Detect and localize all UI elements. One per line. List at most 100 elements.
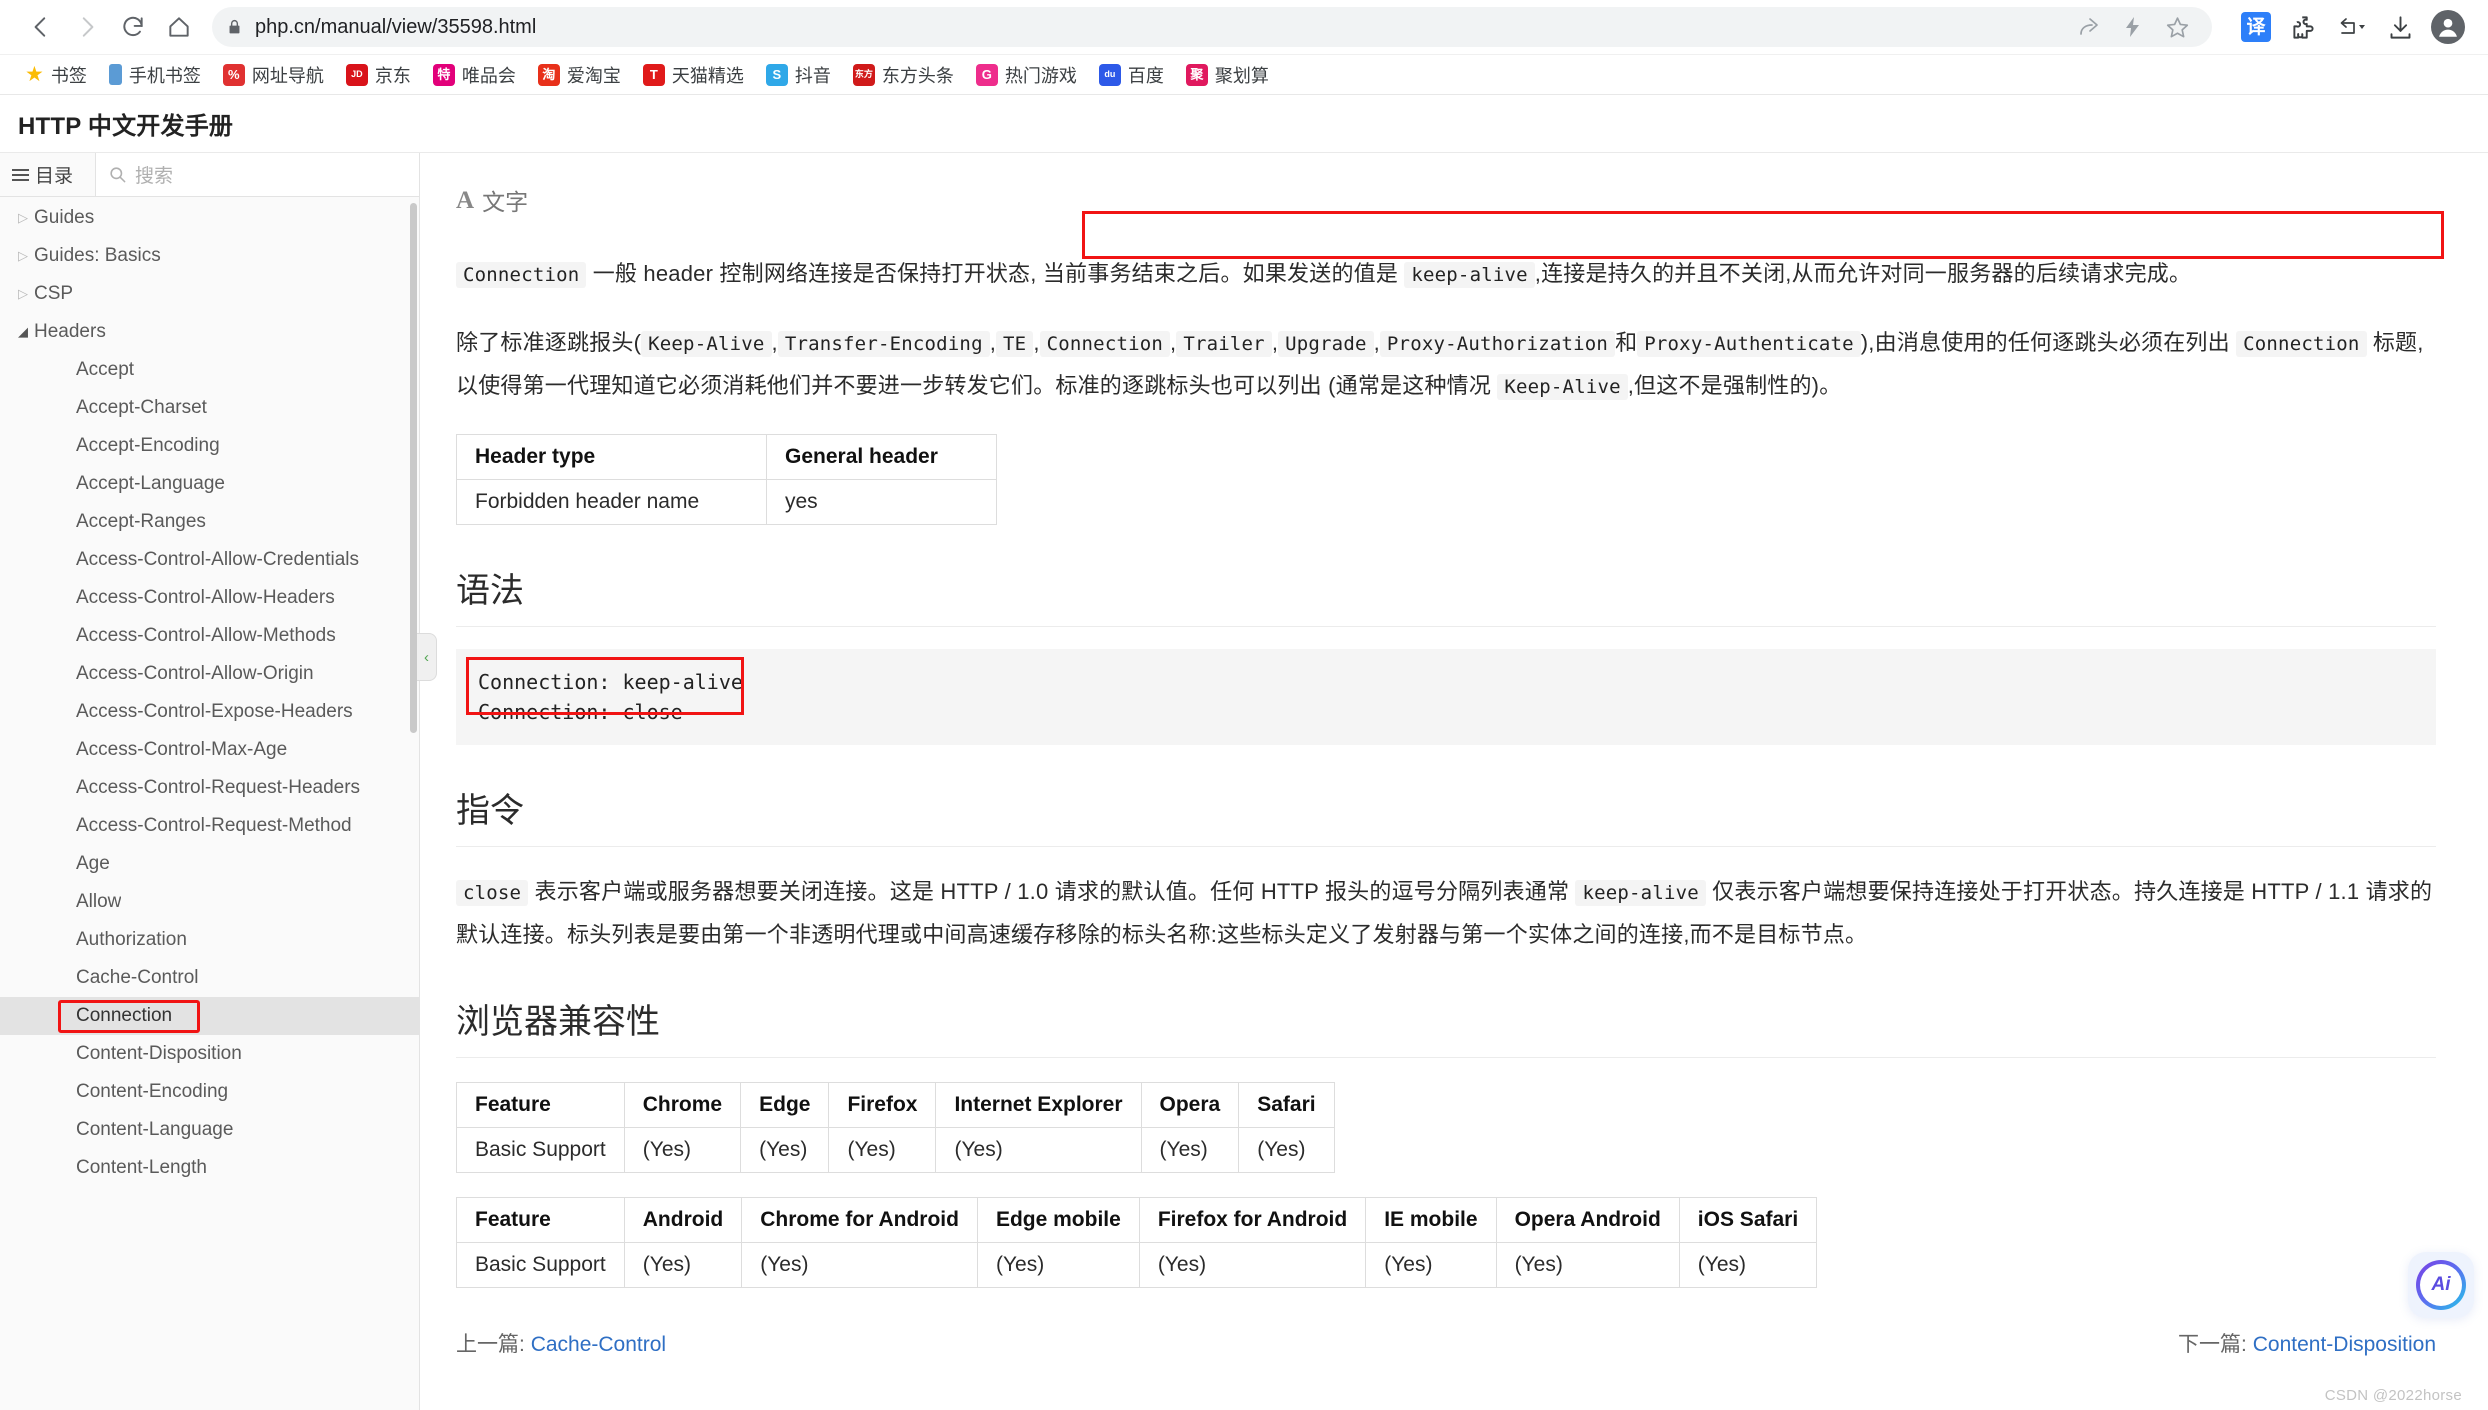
- sidebar-item-content-encoding[interactable]: Content-Encoding: [0, 1073, 419, 1111]
- hop-by-hop-paragraph: 除了标准逐跳报头(Keep-Alive, Transfer-Encoding, TE…: [456, 330, 2424, 400]
- share-icon[interactable]: [2068, 6, 2110, 48]
- mobile-compat-table: Feature Android Chrome for Android Edge mob…: [456, 1197, 1818, 1288]
- bookmark-label: 聚划算: [1214, 65, 1269, 86]
- sidebar-item-accept-ranges[interactable]: Accept-Ranges: [0, 503, 419, 541]
- sidebar-item-access-control-allow-headers[interactable]: Access-Control-Allow-Headers: [0, 579, 419, 617]
- sidebar-scrollbar[interactable]: [410, 203, 417, 733]
- bookmark-item[interactable]: 淘爱淘宝: [527, 58, 632, 92]
- sidebar-item-cache-control[interactable]: Cache-Control: [0, 959, 419, 997]
- sidebar-item-access-control-allow-credentials[interactable]: Access-Control-Allow-Credentials: [0, 541, 419, 579]
- sidebar-item-access-control-allow-origin[interactable]: Access-Control-Allow-Origin: [0, 655, 419, 693]
- reload-button[interactable]: [110, 4, 156, 50]
- sidebar-collapse-toggle[interactable]: ‹: [417, 633, 437, 681]
- sidebar-item-access-control-allow-methods[interactable]: Access-Control-Allow-Methods: [0, 617, 419, 655]
- table-header-cell: Android: [623, 1197, 743, 1243]
- profile-avatar-icon[interactable]: [2426, 5, 2470, 49]
- sidebar-item-access-control-request-headers[interactable]: Access-Control-Request-Headers: [0, 769, 419, 807]
- sidebar-item-accept[interactable]: Accept: [0, 351, 419, 389]
- bookmark-site-icon: 聚: [1185, 63, 1208, 86]
- bookmark-item[interactable]: du 百度: [1088, 58, 1175, 92]
- sidebar-item-content-length[interactable]: Content-Length: [0, 1149, 419, 1187]
- sidebar-item-label: Access-Control-Request-Method: [76, 815, 352, 836]
- font-size-control[interactable]: A 文字: [456, 183, 2436, 217]
- next-article: 下一篇: Content-Disposition: [2178, 1328, 2436, 1358]
- table-row: Basic Support (Yes) (Yes) (Yes) (Yes) (Yes) (Y…: [456, 1242, 1818, 1288]
- bookmark-item[interactable]: S 抖音: [755, 58, 842, 92]
- table-cell: (Yes): [741, 1242, 978, 1288]
- next-link[interactable]: Content-Disposition: [2253, 1333, 2436, 1356]
- ai-assistant-button[interactable]: Ai: [2408, 1252, 2474, 1318]
- article-content: A 文字 Connection 一般 header 控制网络连接是否保持打开状态…: [420, 153, 2488, 1410]
- sidebar-item-authorization[interactable]: Authorization: [0, 921, 419, 959]
- sidebar-item-guides[interactable]: ▷ Guides: [0, 199, 419, 237]
- table-header-cell: Feature: [456, 1082, 625, 1128]
- bookmark-item[interactable]: 聚聚划算: [1175, 58, 1280, 92]
- site-header: HTTP 中文开发手册: [0, 95, 2488, 153]
- bookmark-label: 手机书签: [128, 65, 201, 86]
- address-bar[interactable]: php.cn/manual/view/35598.html: [212, 7, 2212, 47]
- sidebar-item-label: Headers: [34, 321, 106, 342]
- star-icon[interactable]: [2156, 6, 2198, 48]
- lightning-icon[interactable]: [2112, 6, 2154, 48]
- sidebar-tabs: 目录 搜索: [0, 153, 419, 197]
- table-header-cell: General header: [766, 434, 997, 480]
- chevron-right-icon[interactable]: ▷: [12, 286, 34, 302]
- sidebar-item-label: CSP: [34, 283, 74, 304]
- sidebar-item-accept-encoding[interactable]: Accept-Encoding: [0, 427, 419, 465]
- home-button[interactable]: [156, 4, 202, 50]
- inline-code: Connection: [1039, 331, 1171, 357]
- prev-link[interactable]: Cache-Control: [531, 1333, 666, 1356]
- downloads-icon[interactable]: [2378, 5, 2422, 49]
- inline-code: Keep-Alive: [641, 331, 772, 357]
- annotation-box-paragraph: [1082, 211, 2444, 259]
- table-header-cell: Firefox: [828, 1082, 937, 1128]
- chevron-down-icon[interactable]: ◢: [12, 324, 34, 340]
- search-input[interactable]: 搜索: [96, 153, 419, 196]
- sidebar: 目录 搜索 ▷ Guides ▷ Guides: Basics ▷ CSP ◢ Headers…: [0, 153, 437, 1410]
- bookmark-label: 东方头条: [881, 65, 954, 86]
- back-button[interactable]: [18, 4, 64, 50]
- bookmark-item[interactable]: JD 京东: [335, 58, 422, 92]
- inline-code: TE: [996, 331, 1034, 357]
- extensions-puzzle-icon[interactable]: [2282, 5, 2326, 49]
- sidebar-item-accept-language[interactable]: Accept-Language: [0, 465, 419, 503]
- tab-table-of-contents[interactable]: 目录: [0, 153, 96, 196]
- bookmark-item[interactable]: ★ 书签: [14, 58, 98, 92]
- search-icon: [110, 167, 126, 183]
- ai-button-label: Ai: [2420, 1264, 2462, 1306]
- sidebar-item-label: Guides: [34, 207, 95, 228]
- sidebar-item-content-language[interactable]: Content-Language: [0, 1111, 419, 1149]
- sidebar-item-content-disposition[interactable]: Content-Disposition: [0, 1035, 419, 1073]
- sidebar-item-csp[interactable]: ▷ CSP: [0, 275, 419, 313]
- inline-code: Transfer-Encoding: [777, 331, 990, 357]
- forward-button[interactable]: [64, 4, 110, 50]
- sidebar-item-headers[interactable]: ◢ Headers: [0, 313, 419, 351]
- sidebar-item-connection[interactable]: Connection: [0, 997, 419, 1035]
- bookmark-label: 唯品会: [461, 65, 516, 86]
- sidebar-item-label: Connection: [76, 1005, 173, 1026]
- history-back-dropdown-icon[interactable]: [2330, 5, 2374, 49]
- sidebar-item-guides-basics[interactable]: ▷ Guides: Basics: [0, 237, 419, 275]
- sidebar-item-age[interactable]: Age: [0, 845, 419, 883]
- sidebar-item-access-control-request-method[interactable]: Access-Control-Request-Method: [0, 807, 419, 845]
- chevron-right-icon[interactable]: ▷: [12, 248, 34, 264]
- sidebar-item-label: Age: [76, 853, 110, 874]
- sidebar-item-access-control-max-age[interactable]: Access-Control-Max-Age: [0, 731, 419, 769]
- sidebar-item-access-control-expose-headers[interactable]: Access-Control-Expose-Headers: [0, 693, 419, 731]
- bookmark-item[interactable]: % 网址导航: [212, 58, 335, 92]
- translate-icon[interactable]: 译: [2234, 5, 2278, 49]
- bookmark-label: 网址导航: [251, 65, 324, 86]
- bookmark-item[interactable]: 东方 东方头条: [842, 58, 965, 92]
- bookmarks-bar: ★ 书签 手机书签 % 网址导航 JD 京东特唯品会淘爱淘宝 T 天猫精选 S 抖音 东方 东方头条 G 热…: [0, 55, 2488, 95]
- inline-code: keep-alive: [1404, 262, 1535, 288]
- bookmark-item[interactable]: 手机书签: [98, 58, 212, 92]
- bookmark-item[interactable]: T 天猫精选: [632, 58, 755, 92]
- bookmark-label: 天猫精选: [671, 65, 744, 86]
- sidebar-item-accept-charset[interactable]: Accept-Charset: [0, 389, 419, 427]
- chevron-right-icon[interactable]: ▷: [12, 210, 34, 226]
- table-header-cell: Firefox for Android: [1138, 1197, 1367, 1243]
- bookmark-item[interactable]: 特唯品会: [422, 58, 527, 92]
- bookmark-star-icon: ★: [25, 63, 44, 86]
- bookmark-item[interactable]: G 热门游戏: [965, 58, 1088, 92]
- sidebar-item-allow[interactable]: Allow: [0, 883, 419, 921]
